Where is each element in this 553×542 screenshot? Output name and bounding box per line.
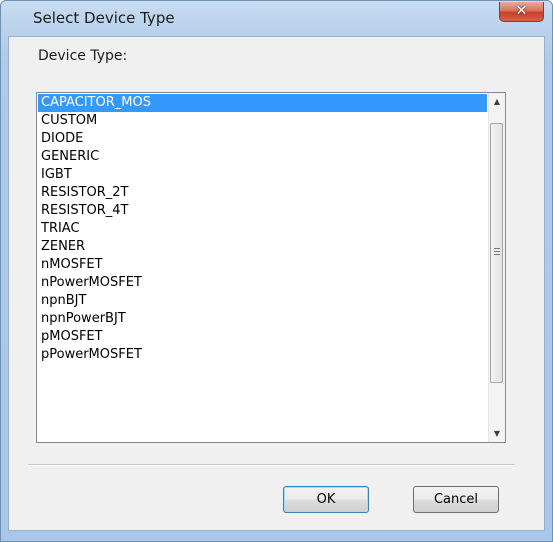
list-items: CAPACITOR_MOS CUSTOM DIODE GENERIC IGBT … bbox=[38, 94, 487, 364]
list-item[interactable]: nMOSFET bbox=[38, 256, 487, 274]
list-item[interactable]: RESISTOR_2T bbox=[38, 184, 487, 202]
list-item[interactable]: npnPowerBJT bbox=[38, 310, 487, 328]
list-item[interactable]: CAPACITOR_MOS bbox=[38, 94, 487, 112]
chevron-up-icon: ▲ bbox=[493, 97, 501, 106]
list-item[interactable]: IGBT bbox=[38, 166, 487, 184]
separator bbox=[28, 464, 515, 466]
scroll-down-button[interactable]: ▼ bbox=[489, 425, 505, 442]
list-item[interactable]: CUSTOM bbox=[38, 112, 487, 130]
list-item[interactable]: DIODE bbox=[38, 130, 487, 148]
device-type-label: Device Type: bbox=[38, 48, 128, 64]
vertical-scrollbar[interactable]: ▲ ▼ bbox=[488, 93, 505, 442]
list-item[interactable]: TRIAC bbox=[38, 220, 487, 238]
title-bar[interactable]: Select Device Type ✕ bbox=[1, 1, 552, 37]
chevron-down-icon: ▼ bbox=[493, 429, 501, 438]
close-icon: ✕ bbox=[515, 3, 528, 19]
device-type-listbox[interactable]: CAPACITOR_MOS CUSTOM DIODE GENERIC IGBT … bbox=[36, 92, 506, 443]
close-button[interactable]: ✕ bbox=[499, 2, 544, 22]
list-item[interactable]: nPowerMOSFET bbox=[38, 274, 487, 292]
ok-button[interactable]: OK bbox=[283, 486, 369, 513]
list-item[interactable]: ZENER bbox=[38, 238, 487, 256]
window-title: Select Device Type bbox=[33, 9, 175, 27]
list-item[interactable]: RESISTOR_4T bbox=[38, 202, 487, 220]
grip-icon bbox=[494, 248, 500, 255]
cancel-button[interactable]: Cancel bbox=[413, 486, 499, 513]
list-item[interactable]: pMOSFET bbox=[38, 328, 487, 346]
list-item[interactable]: GENERIC bbox=[38, 148, 487, 166]
scroll-up-button[interactable]: ▲ bbox=[489, 93, 505, 110]
scrollbar-thumb[interactable] bbox=[490, 123, 503, 383]
list-item[interactable]: pPowerMOSFET bbox=[38, 346, 487, 364]
list-item[interactable]: npnBJT bbox=[38, 292, 487, 310]
